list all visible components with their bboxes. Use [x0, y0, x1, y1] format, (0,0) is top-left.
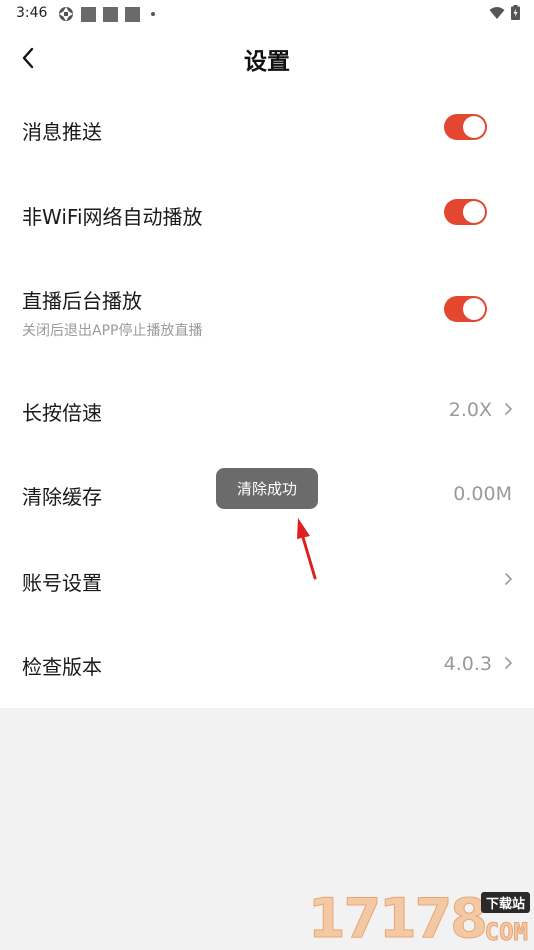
wifi-autoplay-toggle[interactable]	[444, 199, 487, 225]
setting-label: 长按倍速	[22, 401, 102, 425]
page-title: 设置	[244, 49, 290, 75]
settings-list: 消息推送 非WiFi网络自动播放 直播后台播放 关闭后退出APP停止播放直播 长…	[0, 86, 534, 708]
setting-label: 消息推送	[22, 120, 102, 144]
setting-value: 0.00M	[453, 483, 512, 505]
setting-description: 关闭后退出APP停止播放直播	[22, 323, 203, 339]
chevron-right-icon	[505, 573, 512, 585]
toggle-knob	[463, 201, 485, 223]
setting-label: 检查版本	[22, 655, 102, 679]
annotation-arrow-icon	[297, 518, 317, 580]
aperture-icon	[59, 7, 73, 21]
setting-row-account[interactable]: 账号设置	[0, 538, 534, 622]
setting-label: 清除缓存	[22, 485, 102, 509]
chevron-right-icon	[505, 403, 512, 415]
background-play-toggle[interactable]	[444, 296, 487, 322]
watermark-tag: 下载站	[480, 892, 530, 913]
more-notifications-dot-icon	[151, 12, 155, 16]
chevron-right-icon	[505, 657, 512, 669]
settings-screen: 3:46 设置 消息推送 非WiFi网络自动播放 直播后台播放 关闭后退出APP…	[0, 0, 534, 950]
setting-row-wifi-autoplay: 非WiFi网络自动播放	[0, 172, 534, 258]
watermark-domain: COM	[484, 918, 528, 947]
push-toggle[interactable]	[444, 114, 487, 140]
setting-label: 账号设置	[22, 571, 102, 595]
setting-label: 非WiFi网络自动播放	[22, 205, 203, 229]
app-header: 设置	[0, 28, 534, 86]
setting-row-push: 消息推送	[0, 86, 534, 172]
notification-square-icon	[125, 6, 140, 22]
setting-value: 4.0.3	[443, 653, 492, 675]
watermark-digits: 17178	[308, 887, 489, 950]
status-system-icons	[489, 5, 520, 20]
setting-row-long-press-speed[interactable]: 长按倍速 2.0X	[0, 368, 534, 452]
battery-charging-icon	[511, 5, 520, 20]
setting-value: 2.0X	[448, 399, 492, 421]
status-time: 3:46	[16, 5, 48, 21]
toast-message: 清除成功	[216, 468, 318, 509]
toggle-knob	[463, 298, 485, 320]
setting-row-background-play: 直播后台播放 关闭后退出APP停止播放直播	[0, 258, 534, 368]
wifi-icon	[489, 6, 505, 19]
setting-row-check-version[interactable]: 检查版本 4.0.3	[0, 622, 534, 708]
status-notification-icons	[58, 6, 155, 22]
notification-square-icon	[81, 6, 96, 22]
notification-square-icon	[103, 6, 118, 22]
toggle-knob	[463, 116, 485, 138]
status-bar: 3:46	[0, 0, 534, 28]
site-watermark-logo: 17178 下载站 COM	[308, 887, 534, 950]
setting-label: 直播后台播放	[22, 289, 142, 313]
